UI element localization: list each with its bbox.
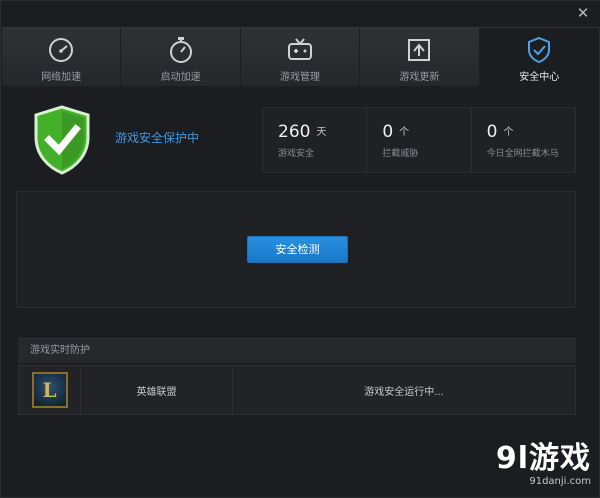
tab-security-center[interactable]: 安全中心: [479, 28, 599, 86]
league-of-legends-icon: L: [31, 372, 68, 408]
tab-network-acceleration[interactable]: 网络加速: [2, 28, 122, 86]
protection-panel: 游戏安全保护中 260 天 游戏安全 0个 拦截威胁 0个 今日全网拦截木马: [16, 105, 576, 175]
site-watermark: 9l游戏 91danji.com: [495, 441, 591, 488]
update-icon: [404, 36, 434, 64]
stat-safe-days: 260 天 游戏安全: [263, 108, 368, 172]
gamepad-icon: [285, 36, 315, 64]
title-bar: ✕: [1, 1, 600, 27]
main-tabs: 网络加速 启动加速 游戏管理 游戏更新 安全中心: [2, 27, 599, 86]
close-button[interactable]: ✕: [573, 3, 593, 23]
stats-panel: 260 天 游戏安全 0个 拦截威胁 0个 今日全网拦截木马: [262, 107, 576, 173]
tab-label: 安全中心: [519, 72, 560, 83]
shield-check-icon: [32, 105, 92, 175]
tab-label: 启动加速: [160, 72, 201, 83]
stat-label: 游戏安全: [278, 149, 315, 159]
stat-blocked-threats: 0个 拦截威胁: [367, 108, 472, 172]
stat-network-trojans: 0个 今日全网拦截木马: [472, 108, 575, 172]
security-scan-button[interactable]: 安全检测: [247, 236, 348, 263]
stat-value: 0: [486, 122, 498, 142]
watermark-url: 91danji.com: [529, 476, 591, 487]
tab-label: 网络加速: [41, 72, 82, 83]
tab-game-update[interactable]: 游戏更新: [360, 28, 480, 86]
realtime-protection-header: 游戏实时防护: [18, 338, 576, 363]
app-window: ✕ 网络加速 启动加速 游戏管理 游戏更新 安全中心 游戏安全保护中 260 天…: [0, 0, 600, 498]
tab-label: 游戏管理: [279, 72, 320, 83]
speedometer-icon: [46, 36, 76, 64]
protection-status: 游戏安全保护中: [115, 131, 200, 145]
game-name: 英雄联盟: [81, 366, 233, 414]
shield-check-icon: [524, 36, 554, 64]
tab-label: 游戏更新: [399, 72, 440, 83]
game-status: 游戏安全运行中...: [364, 386, 444, 398]
tab-startup-acceleration[interactable]: 启动加速: [121, 28, 241, 86]
watermark-logo-text: 9l游戏: [495, 441, 591, 476]
stopwatch-icon: [166, 36, 196, 64]
stat-value: 260: [278, 122, 311, 142]
scan-panel: 安全检测: [16, 191, 576, 308]
tab-game-management[interactable]: 游戏管理: [240, 28, 361, 86]
stat-unit: 天: [316, 127, 327, 138]
stat-value: 0: [382, 122, 394, 142]
stat-unit: 个: [399, 127, 410, 138]
list-item[interactable]: L 英雄联盟 游戏安全运行中...: [18, 365, 576, 415]
stat-label: 拦截威胁: [382, 149, 419, 159]
stat-label: 今日全网拦截木马: [486, 149, 559, 159]
stat-unit: 个: [503, 127, 514, 138]
game-icon-cell: L: [19, 366, 81, 414]
